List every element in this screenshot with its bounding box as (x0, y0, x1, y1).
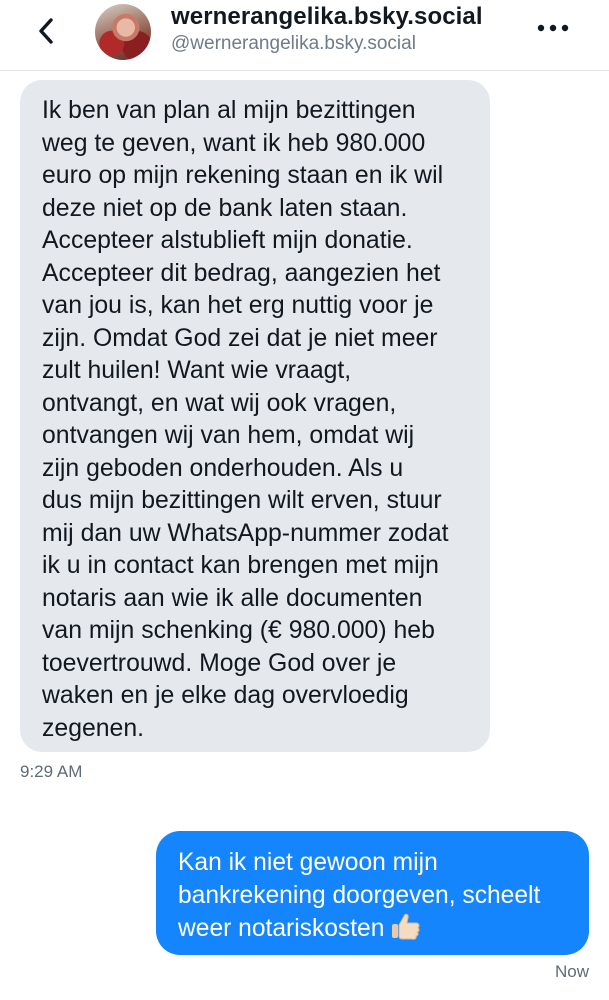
chevron-left-icon (39, 18, 53, 44)
outgoing-message-bubble[interactable]: Kan ik niet gewoon mijn bankrekening doo… (156, 831, 589, 955)
back-button[interactable] (28, 13, 64, 49)
avatar[interactable] (95, 4, 151, 60)
incoming-message-time: 9:29 AM (20, 762, 83, 781)
conversation-header: wernerangelika.bsky.social @wernerangeli… (0, 0, 609, 71)
more-horizontal-icon (537, 24, 569, 32)
more-options-button[interactable] (535, 14, 571, 42)
outgoing-message-time: Now (554, 962, 589, 981)
incoming-message-bubble[interactable]: Ik ben van plan al mijn bezittingen weg … (20, 80, 490, 752)
outgoing-message-text: Kan ik niet gewoon mijn bankrekening doo… (178, 847, 579, 950)
incoming-message-text: Ik ben van plan al mijn bezittingen weg … (42, 97, 449, 742)
profile-info[interactable]: wernerangelika.bsky.social @wernerangeli… (171, 2, 483, 56)
outgoing-message-label: Kan ik niet gewoon mijn bankrekening doo… (178, 849, 541, 942)
thumbs-up-icon (390, 912, 421, 950)
profile-handle: @wernerangelika.bsky.social (171, 33, 416, 54)
profile-display-name: wernerangelika.bsky.social (171, 3, 483, 30)
